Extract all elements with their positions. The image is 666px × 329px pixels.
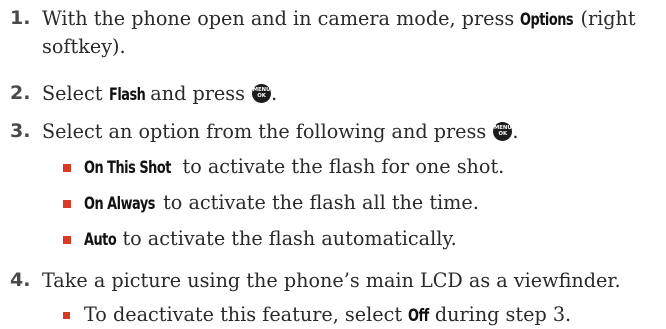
step-number: 4.	[10, 269, 31, 291]
step-text: Take a picture using the phone’s main LC…	[42, 269, 621, 292]
instructions-page: 1. With the phone open and in camera mod…	[0, 0, 666, 329]
option-item-on-this-shot: On This Shot to activate the flash for o…	[84, 153, 666, 181]
step-text: Select an option from the following and …	[42, 120, 519, 143]
options-softkey-label: Options	[520, 10, 574, 29]
menu-ok-key-icon: MENU OK	[493, 122, 513, 141]
option-item-on-always: On Always to activate the flash all the …	[84, 189, 666, 217]
step-text: With the phone open and in camera mode, …	[42, 7, 636, 58]
bullet-icon	[63, 164, 71, 172]
step-text: Select Flash and press MENU OK.	[42, 80, 666, 108]
step-number: 3.	[10, 120, 31, 142]
option-label: Auto	[84, 230, 117, 249]
option-label: On This Shot	[84, 158, 171, 177]
option-label: On Always	[84, 194, 155, 213]
bullet-icon	[63, 312, 70, 319]
bullet-icon	[63, 200, 71, 208]
menu-ok-key-icon: MENU OK	[252, 84, 272, 103]
step-number: 1.	[10, 7, 31, 29]
bullet-icon	[63, 236, 71, 244]
deactivate-note: To deactivate this feature, select Off d…	[84, 301, 666, 329]
off-option-label: Off	[408, 306, 429, 325]
step-number: 2.	[10, 82, 31, 104]
flash-menu-label: Flash	[108, 85, 146, 104]
option-item-auto: Auto to activate the flash automatically…	[84, 225, 666, 253]
